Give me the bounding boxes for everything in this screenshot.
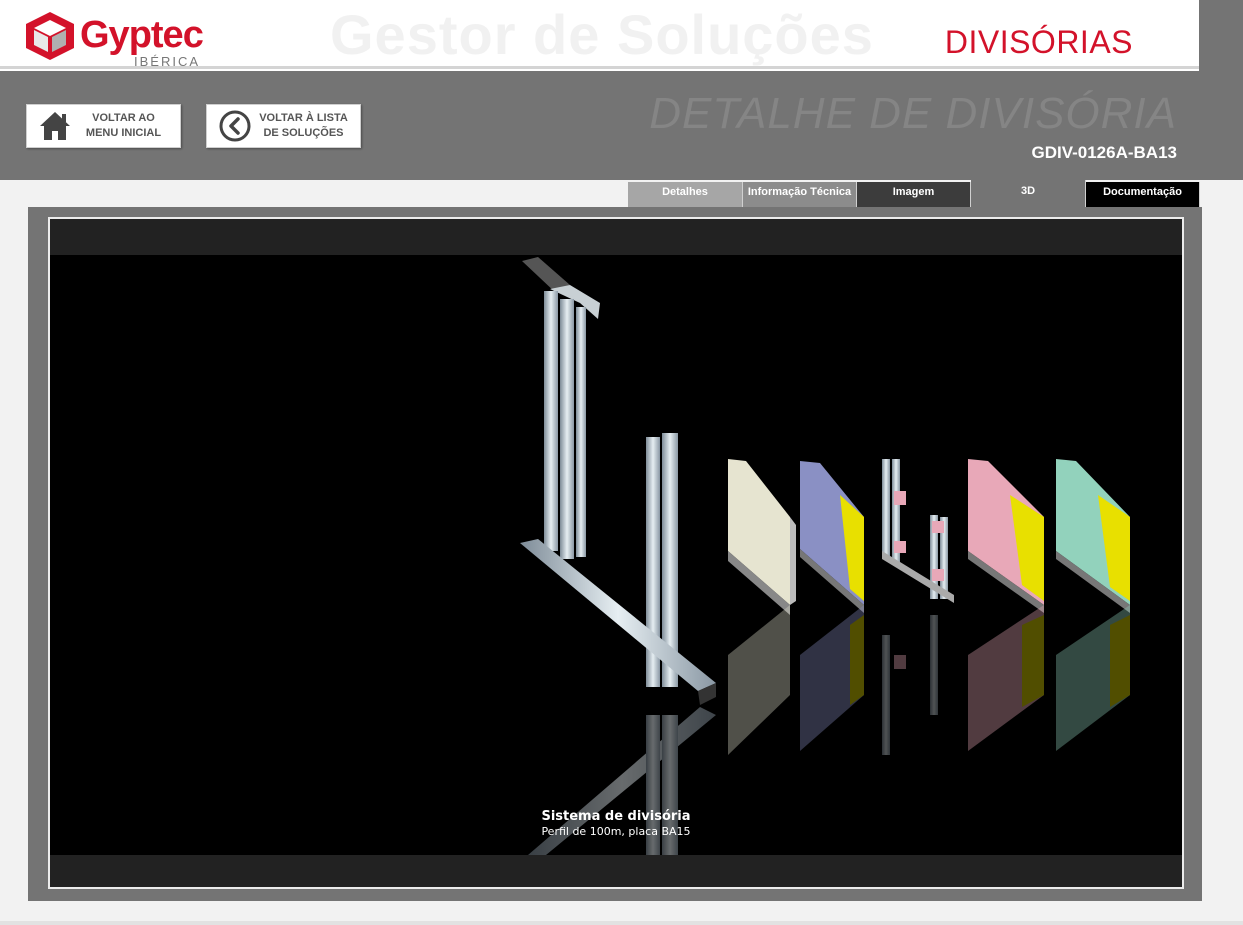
logo-wordmark: Gyptec (80, 14, 204, 57)
home-icon (35, 106, 75, 146)
viewer-top-bar (50, 219, 1182, 255)
logo-word-gyp: Gyp (80, 14, 152, 56)
header: Gyptec IBÉRICA Gestor de Soluções DIVISÓ… (0, 0, 1199, 71)
home-label-line1: VOLTAR AO (92, 112, 155, 124)
viewer-bottom-bar (50, 855, 1182, 887)
back-to-list-button[interactable]: VOLTAR À LISTA DE SOLUÇÕES (206, 104, 361, 148)
tab-imagem[interactable]: Imagem (857, 182, 971, 207)
tab-3d[interactable]: 3D (971, 180, 1086, 207)
panel-sample-4-reflection (968, 605, 1044, 751)
home-label-line2: MENU INICIAL (85, 127, 162, 139)
tab-documentacao[interactable]: Documentação (1086, 182, 1200, 207)
logo-word-tec: tec (150, 14, 204, 56)
back-label-line2: DE SOLUÇÕES (263, 127, 344, 139)
metal-frame (520, 257, 716, 705)
navigation-band: VOLTAR AO MENU INICIAL VOLTAR À LISTA DE S… (0, 71, 1199, 180)
panel-sample-3-frame (882, 459, 954, 603)
caption-title: Sistema de divisória (541, 809, 691, 824)
panel-sample-3-reflection (882, 615, 938, 755)
panel-sample-5-reflection (1056, 605, 1130, 751)
panel-sample-2-reflection (800, 605, 864, 751)
tab-bar: Detalhes Informação Técnica Imagem 3D Do… (628, 180, 1200, 207)
panel-sample-2 (800, 461, 864, 613)
back-label-line1: VOLTAR À LISTA (259, 112, 348, 124)
caption-subtitle: Perfil de 100m, placa BA15 (541, 825, 691, 838)
panel-sample-1-reflection (728, 605, 790, 755)
detail-title: DETALHE DE DIVISÓRIA (649, 89, 1177, 138)
footer-line (0, 921, 1243, 925)
panel-sample-1 (728, 459, 796, 615)
back-to-menu-button[interactable]: VOLTAR AO MENU INICIAL (26, 104, 181, 148)
app-title: Gestor de Soluções (330, 3, 874, 66)
chevron-left-circle-icon (215, 106, 255, 146)
tab-detalhes[interactable]: Detalhes (628, 182, 743, 207)
section-title: DIVISÓRIAS (944, 24, 1133, 60)
content-panel: Sistema de divisória Perfil de 100m, pla… (28, 207, 1202, 901)
solution-code: GDIV-0126A-BA13 (1031, 143, 1177, 162)
cube-logo-icon (26, 12, 74, 60)
viewer-caption: Sistema de divisória Perfil de 100m, pla… (50, 809, 1182, 838)
viewer-3d[interactable]: Sistema de divisória Perfil de 100m, pla… (48, 217, 1184, 889)
header-side-strip (1199, 0, 1243, 180)
tab-informacao-tecnica[interactable]: Informação Técnica (743, 182, 857, 207)
gyptec-logo[interactable]: Gyptec IBÉRICA (24, 8, 214, 69)
panel-sample-4 (968, 459, 1044, 613)
partition-3d-scene[interactable] (50, 255, 1182, 855)
panel-sample-5 (1056, 459, 1130, 613)
